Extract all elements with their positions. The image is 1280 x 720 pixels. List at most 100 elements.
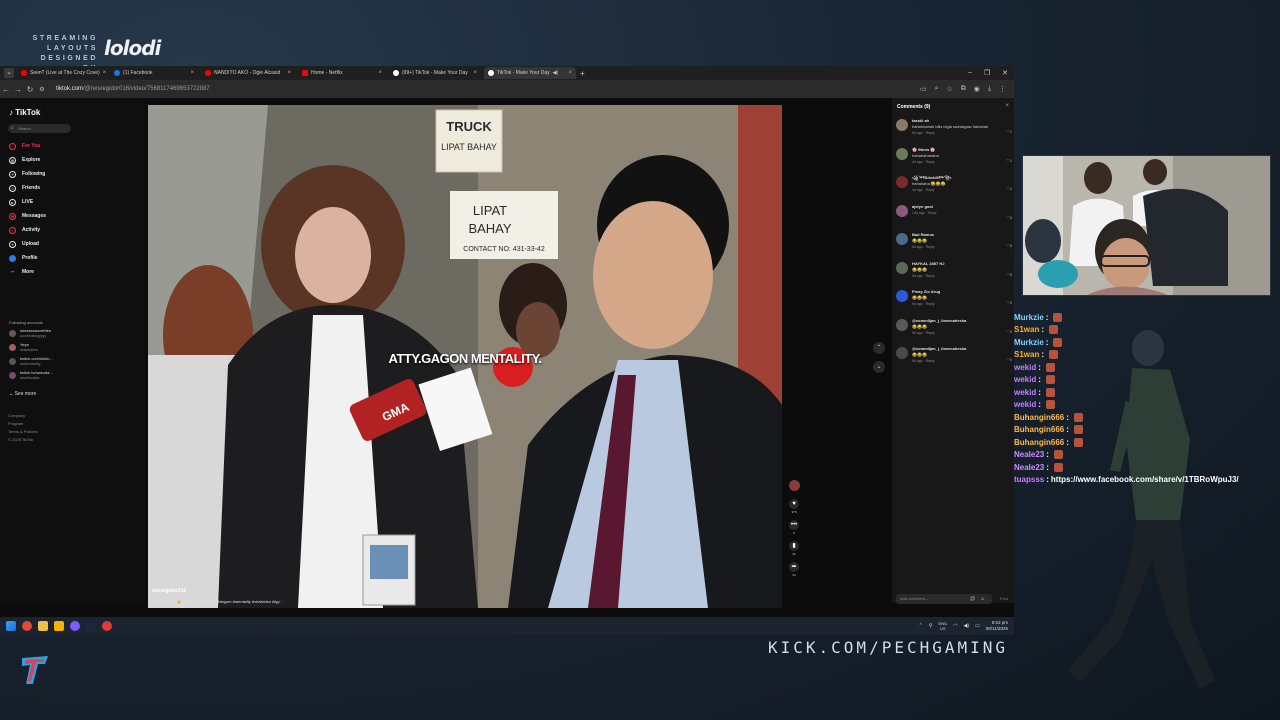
footer-link-company[interactable]: Company bbox=[8, 412, 38, 420]
post-comment-button[interactable]: Post bbox=[1000, 596, 1008, 601]
emoji-icon[interactable]: ☺ bbox=[980, 596, 985, 602]
nav-explore[interactable]: ◎ Explore bbox=[9, 153, 46, 167]
avatar[interactable] bbox=[896, 119, 908, 131]
tab-tiktok-99[interactable]: (99+) TikTok - Make Your Day × bbox=[389, 67, 481, 79]
nav-live[interactable]: ▸ LIVE bbox=[9, 195, 46, 209]
footer-link-terms[interactable]: Terms & Policies bbox=[8, 428, 38, 436]
comment-like[interactable]: ♡0 bbox=[1006, 300, 1012, 305]
reply-button[interactable]: Reply bbox=[928, 211, 937, 215]
tab-search-button[interactable]: ⌄ bbox=[4, 68, 14, 78]
nav-for-you[interactable]: ⌂ For You bbox=[9, 139, 46, 153]
profile-icon[interactable]: ◉ bbox=[974, 85, 980, 93]
maximize-icon[interactable]: ❐ bbox=[984, 69, 990, 77]
avatar[interactable] bbox=[896, 147, 908, 160]
nav-friends[interactable]: ☺ Friends bbox=[9, 181, 46, 195]
chat-username[interactable]: S1wan bbox=[1014, 325, 1039, 334]
chat-username[interactable]: Neale23 bbox=[1014, 463, 1044, 472]
tab-tiktok-active[interactable]: TikTok - Make Your Day ◀) × bbox=[484, 67, 576, 79]
chat-message-text[interactable]: https://www.facebook.com/share/v/1TBRoWp… bbox=[1051, 475, 1239, 484]
chat-username[interactable]: wekid bbox=[1014, 400, 1036, 409]
see-more-button[interactable]: ⌄ See more bbox=[9, 391, 36, 397]
search-input[interactable]: ⌕ Search bbox=[8, 124, 71, 133]
tab-close-icon[interactable]: × bbox=[190, 70, 194, 76]
tab-close-icon[interactable]: × bbox=[103, 70, 107, 76]
chat-username[interactable]: tuapsss bbox=[1014, 475, 1044, 484]
comment-like[interactable]: ♡1 bbox=[1006, 158, 1012, 163]
previous-video-button[interactable]: ⌃ bbox=[873, 342, 885, 354]
comment-like[interactable]: ♡0 bbox=[1006, 357, 1012, 362]
reply-button[interactable]: Reply bbox=[926, 359, 935, 363]
comment-like[interactable]: ♡0 bbox=[1006, 329, 1012, 334]
nav-profile[interactable]: Profile bbox=[9, 251, 46, 265]
zoom-icon[interactable]: ⌕ bbox=[935, 85, 939, 93]
obs-icon[interactable] bbox=[102, 621, 112, 631]
speaker-icon[interactable]: ◀) bbox=[553, 70, 559, 76]
chat-username[interactable]: Buhangin666 bbox=[1014, 425, 1064, 434]
nav-following[interactable]: + Following bbox=[9, 167, 46, 181]
comment-input[interactable]: Add comment... bbox=[896, 594, 992, 604]
tab-youtube-seen[interactable]: Seen? (Live at The Cozy Cove) × bbox=[17, 67, 107, 79]
comment-like[interactable]: ♡0 bbox=[1006, 272, 1012, 277]
tab-close-icon[interactable]: × bbox=[378, 70, 382, 76]
nav-activity[interactable]: ! Activity bbox=[9, 223, 46, 237]
tab-youtube-nandito[interactable]: NANDITO AKO - Ogie Alcasid × bbox=[201, 67, 295, 79]
window-close-icon[interactable]: ✕ bbox=[1002, 69, 1008, 77]
avatar[interactable] bbox=[896, 204, 908, 217]
chat-username[interactable]: Buhangin666 bbox=[1014, 438, 1064, 447]
author-avatar[interactable] bbox=[788, 480, 800, 491]
tab-close-icon[interactable]: × bbox=[287, 70, 291, 76]
tab-facebook[interactable]: (1) Facebook × bbox=[110, 67, 198, 79]
url-field[interactable]: tiktok.com/@nesregidor016/video/75681174… bbox=[56, 86, 210, 92]
video-player[interactable]: TRUCK LIPAT BAHAY LIPAT BAHAY CONTACT NO… bbox=[148, 105, 782, 608]
chat-username[interactable]: Murkzie bbox=[1014, 338, 1044, 347]
avatar[interactable] bbox=[896, 290, 908, 302]
battery-icon[interactable]: ▭ bbox=[975, 623, 980, 629]
reload-icon[interactable]: ↻ bbox=[24, 85, 36, 94]
avatar[interactable] bbox=[896, 233, 908, 245]
tab-close-icon[interactable]: × bbox=[473, 70, 477, 76]
wifi-icon[interactable]: ◠ bbox=[953, 623, 957, 629]
language-indicator[interactable]: ENG US bbox=[939, 621, 948, 631]
tab-close-icon[interactable]: × bbox=[568, 70, 572, 76]
chat-username[interactable]: Neale23 bbox=[1014, 450, 1044, 459]
like-button[interactable]: ♥ 379 bbox=[786, 499, 802, 514]
chevron-up-icon[interactable]: ⌃ bbox=[919, 623, 923, 629]
back-icon[interactable]: ← bbox=[0, 85, 12, 94]
next-video-button[interactable]: ⌄ bbox=[873, 361, 885, 373]
chat-username[interactable]: S1wan bbox=[1014, 350, 1039, 359]
nav-more[interactable]: ⋯ More bbox=[9, 265, 46, 279]
menu-icon[interactable]: ⋮ bbox=[999, 85, 1006, 93]
minimize-icon[interactable]: – bbox=[968, 69, 972, 77]
comment-button[interactable]: ••• 9 bbox=[786, 520, 802, 535]
comment-like[interactable]: ♡1 bbox=[1006, 129, 1012, 134]
reply-button[interactable]: Reply bbox=[926, 302, 935, 306]
following-account[interactable]: ukessesaucefries ucvetoboyyyyy bbox=[9, 328, 53, 338]
mention-icon[interactable]: @ bbox=[970, 596, 975, 602]
reply-button[interactable]: Reply bbox=[926, 131, 935, 135]
reply-button[interactable]: Reply bbox=[926, 245, 935, 249]
site-info-icon[interactable]: ⚙ bbox=[36, 86, 48, 93]
new-tab-button[interactable]: + bbox=[580, 69, 585, 78]
discord-icon[interactable] bbox=[70, 621, 80, 631]
tiktok-logo[interactable]: ♪ TikTok bbox=[9, 108, 40, 117]
avatar[interactable] bbox=[896, 261, 908, 274]
nav-upload[interactable]: + Upload bbox=[9, 237, 46, 251]
close-icon[interactable]: × bbox=[1005, 103, 1009, 109]
network-icon[interactable]: ⚲ bbox=[929, 623, 933, 629]
avatar[interactable] bbox=[896, 176, 908, 188]
comment-like[interactable]: ♡1 bbox=[1006, 186, 1012, 191]
reply-button[interactable]: Reply bbox=[926, 274, 935, 278]
share-button[interactable]: ➦ 34 bbox=[786, 562, 802, 577]
video-author[interactable]: nesregidor016 bbox=[152, 588, 186, 594]
avatar[interactable] bbox=[896, 318, 908, 331]
forward-icon[interactable]: → bbox=[12, 85, 24, 94]
taskbar-clock[interactable]: 8:53 pm 08/11/2025 bbox=[986, 620, 1008, 632]
comment-like[interactable]: ♡0 bbox=[1006, 215, 1012, 220]
steam-icon[interactable] bbox=[86, 621, 96, 631]
extensions-icon[interactable]: ⧉ bbox=[961, 85, 966, 93]
chat-username[interactable]: wekid bbox=[1014, 388, 1036, 397]
following-account[interactable]: twitch.com/shido... shidomonty bbox=[9, 356, 53, 366]
downloads-icon[interactable]: ⤓ bbox=[988, 85, 991, 93]
chat-username[interactable]: Buhangin666 bbox=[1014, 413, 1064, 422]
bookmark-button[interactable]: ▮ 41 bbox=[786, 541, 802, 556]
